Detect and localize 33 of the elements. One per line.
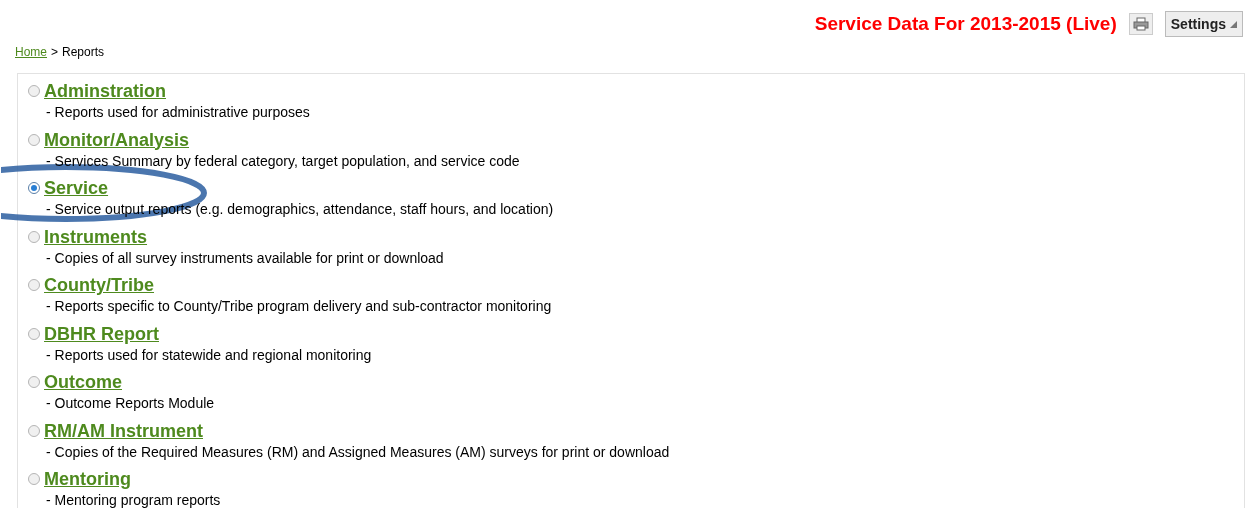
category-description: - Outcome Reports Module: [45, 394, 216, 412]
page-title: Service Data For 2013-2015 (Live): [814, 11, 1117, 36]
home-link[interactable]: Home: [15, 43, 47, 61]
category-description: - Reports specific to County/Tribe program delivery and sub-contractor monitoring: [45, 297, 553, 315]
radio-button[interactable]: [28, 230, 40, 243]
category-link[interactable]: County/Tribe: [44, 274, 154, 296]
settings-button[interactable]: Settings: [1164, 11, 1243, 37]
category-description: - Copies of all survey instruments available for print or download: [45, 248, 445, 267]
category-link[interactable]: Outcome: [44, 371, 122, 393]
category-link[interactable]: DBHR Report: [44, 322, 159, 345]
breadcrumb-separator: >: [51, 44, 59, 61]
category-description: - Mentoring program reports: [45, 491, 222, 508]
radio-button[interactable]: [28, 182, 40, 194]
radio-button[interactable]: [28, 424, 40, 437]
category-link[interactable]: Service: [44, 177, 109, 199]
category-link[interactable]: Monitor/Analysis: [44, 128, 190, 151]
radio-button[interactable]: [28, 473, 40, 485]
radio-button[interactable]: [28, 376, 40, 388]
corner-icon: [1230, 20, 1237, 28]
radio-button[interactable]: [28, 279, 40, 291]
printer-icon[interactable]: [1128, 13, 1153, 35]
category-description: - Reports used for administrative purposes: [45, 103, 311, 121]
category-link[interactable]: Adminstration: [44, 80, 166, 102]
category-link[interactable]: Mentoring: [44, 468, 131, 490]
radio-button[interactable]: [28, 85, 40, 97]
breadcrumb-current: Reports: [62, 44, 105, 61]
category-link[interactable]: Instruments: [44, 225, 148, 248]
category-link[interactable]: RM/AM Instrument: [44, 419, 203, 442]
category-description: - Copies of the Required Measures (RM) and Assigned Measures (AM) surveys for print or download: [45, 442, 671, 461]
category-description: - Reports used for statewide and regional monitoring: [45, 345, 373, 364]
category-description: - Services Summary by federal category, target population, and service code: [45, 151, 521, 170]
radio-button[interactable]: [28, 133, 40, 146]
radio-button[interactable]: [28, 327, 40, 340]
